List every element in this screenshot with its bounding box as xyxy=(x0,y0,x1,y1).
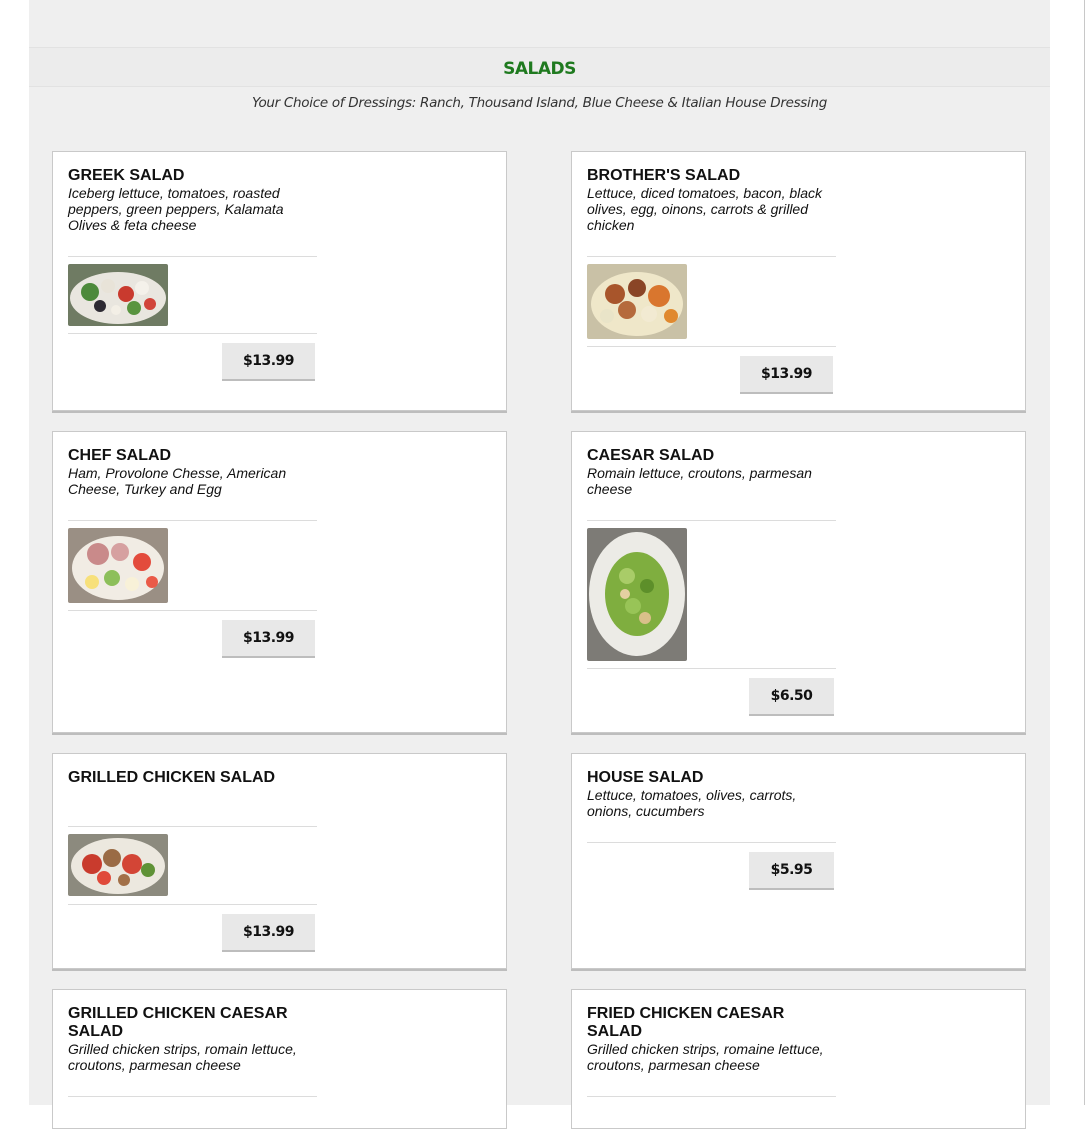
add-to-cart-price-button[interactable]: $5.95 xyxy=(749,852,834,890)
divider xyxy=(587,520,836,521)
menu-page: SALADS Your Choice of Dressings: Ranch, … xyxy=(29,0,1050,1129)
divider xyxy=(587,256,836,257)
grilled-chicken-salad-photo[interactable] xyxy=(68,834,168,896)
menu-item-card[interactable]: CAESAR SALAD Romain lettuce, croutons, p… xyxy=(571,431,1026,733)
divider xyxy=(587,668,836,669)
item-description: Lettuce, diced tomatoes, bacon, black ol… xyxy=(587,185,823,233)
menu-item-card[interactable]: HOUSE SALAD Lettuce, tomatoes, olives, c… xyxy=(571,753,1026,969)
add-to-cart-price-button[interactable]: $13.99 xyxy=(222,620,315,658)
item-name: GRILLED CHICKEN SALAD xyxy=(68,769,276,786)
section-subtitle: Your Choice of Dressings: Ranch, Thousan… xyxy=(251,95,828,111)
divider xyxy=(587,1096,836,1097)
menu-item-card[interactable]: BROTHER'S SALAD Lettuce, diced tomatoes,… xyxy=(571,151,1026,411)
divider xyxy=(68,520,317,521)
menu-item-card[interactable]: GREEK SALAD Iceberg lettuce, tomatoes, r… xyxy=(52,151,507,411)
item-name: CAESAR SALAD xyxy=(587,447,715,464)
caesar-salad-photo[interactable] xyxy=(587,528,687,661)
item-description: Lettuce, tomatoes, olives, carrots, onio… xyxy=(587,787,797,819)
greek-salad-photo[interactable] xyxy=(68,264,168,326)
item-description: Ham, Provolone Chesse, American Cheese, … xyxy=(68,465,287,497)
scrollbar[interactable] xyxy=(1084,0,1090,1105)
add-to-cart-price-button[interactable]: $13.99 xyxy=(222,914,315,952)
menu-item-card[interactable]: GRILLED CHICKEN SALAD $13.99 xyxy=(52,753,507,969)
item-name: CHEF SALAD xyxy=(68,447,172,464)
divider xyxy=(68,1096,317,1097)
add-to-cart-price-button[interactable]: $6.50 xyxy=(749,678,834,716)
add-to-cart-price-button[interactable]: $13.99 xyxy=(740,356,833,394)
item-name: HOUSE SALAD xyxy=(587,769,704,786)
divider xyxy=(68,333,317,334)
menu-item-card[interactable]: FRIED CHICKEN CAESAR SALAD Grilled chick… xyxy=(571,989,1026,1129)
chef-salad-photo[interactable] xyxy=(68,528,168,603)
item-description: Iceberg lettuce, tomatoes, roasted peppe… xyxy=(68,185,284,233)
brothers-salad-photo[interactable] xyxy=(587,264,687,339)
item-name: BROTHER'S SALAD xyxy=(587,167,741,184)
section-header: SALADS xyxy=(29,47,1050,87)
divider xyxy=(587,842,836,843)
divider xyxy=(68,904,317,905)
menu-item-card[interactable]: CHEF SALAD Ham, Provolone Chesse, Americ… xyxy=(52,431,507,733)
section-title: SALADS xyxy=(503,59,576,79)
divider xyxy=(587,346,836,347)
item-description: Grilled chicken strips, romain lettuce, … xyxy=(68,1041,297,1073)
item-name: GRILLED CHICKEN CAESAR SALAD xyxy=(68,1005,288,1040)
divider xyxy=(68,826,317,827)
menu-item-card[interactable]: GRILLED CHICKEN CAESAR SALAD Grilled chi… xyxy=(52,989,507,1129)
item-description: Grilled chicken strips, romaine lettuce,… xyxy=(587,1041,824,1073)
divider xyxy=(68,256,317,257)
add-to-cart-price-button[interactable]: $13.99 xyxy=(222,343,315,381)
item-name: GREEK SALAD xyxy=(68,167,185,184)
item-description: Romain lettuce, croutons, parmesan chees… xyxy=(587,465,812,497)
item-name: FRIED CHICKEN CAESAR SALAD xyxy=(587,1005,785,1040)
divider xyxy=(68,610,317,611)
